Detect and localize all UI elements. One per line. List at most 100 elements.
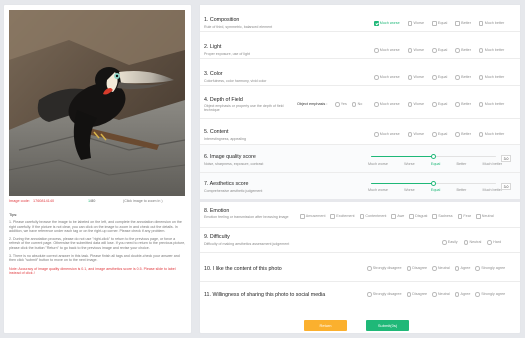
option-neutral[interactable]: Neutral — [463, 240, 481, 245]
option-worse[interactable]: Worse — [407, 21, 424, 26]
option-worse[interactable]: Worse — [407, 102, 424, 107]
checkbox-icon — [407, 21, 413, 26]
option-easily[interactable]: Easily — [442, 240, 458, 245]
checkbox-icon — [478, 21, 484, 26]
option-worse[interactable]: Worse — [407, 75, 424, 80]
radio-icon — [455, 48, 460, 53]
option-neutral[interactable]: Neutral — [432, 292, 450, 297]
radio-icon — [407, 75, 413, 80]
option-strongly-disagree[interactable]: Strongly disagree — [367, 292, 402, 297]
question-title: 2. Light — [204, 44, 222, 50]
option-much-worse[interactable]: Much worse — [374, 21, 400, 26]
option-better[interactable]: Better — [455, 75, 471, 80]
option-agree[interactable]: Agree — [454, 292, 470, 297]
option-fear[interactable]: Fear — [457, 214, 471, 219]
option-equal[interactable]: Equal — [432, 132, 447, 137]
option-contentment[interactable]: Contentment — [359, 214, 386, 219]
question-willingness-share: 11. Willingness of sharing this photo to… — [200, 282, 520, 313]
image-quality-slider[interactable] — [371, 154, 496, 160]
option-equal[interactable]: Equal — [432, 75, 447, 80]
option-amusement[interactable]: Amusement — [300, 214, 325, 219]
question-desc: Difficulty of making aesthetics assessme… — [204, 242, 290, 246]
slider-handle[interactable] — [431, 154, 436, 160]
option-neutral[interactable]: Neutral — [476, 214, 494, 219]
image-panel: Image code: 1760814140 1/80 (Click image… — [3, 4, 192, 334]
radio-icon — [475, 292, 480, 297]
submit-button[interactable]: Submit(0s) — [366, 320, 409, 331]
questions-panel: 1. Composition Rule of third, symmetric,… — [199, 4, 521, 334]
option-better[interactable]: Better — [455, 102, 471, 107]
option-better[interactable]: Better — [455, 21, 471, 26]
radio-icon — [335, 102, 340, 107]
radio-icon — [432, 75, 437, 80]
radio-icon — [407, 48, 413, 53]
aesthetics-value[interactable]: 3.0 — [501, 183, 511, 190]
checkbox-icon — [300, 214, 305, 219]
option-much-worse[interactable]: Much worse — [374, 48, 400, 53]
image-quality-value[interactable]: 3.0 — [501, 155, 511, 162]
question-title: 6. Image quality score — [204, 154, 256, 160]
question-title: 3. Color — [204, 71, 223, 77]
photo[interactable] — [9, 10, 185, 196]
option-hard[interactable]: Hard — [487, 240, 501, 245]
option-much-better[interactable]: Much better — [478, 102, 504, 107]
option-much-better[interactable]: Much better — [478, 48, 504, 53]
question-desc: Object emphasis or property use the dept… — [204, 104, 284, 113]
option-much-worse[interactable]: Much worse — [374, 75, 400, 80]
option-neutral[interactable]: Neutral — [432, 266, 450, 271]
question-desc: Comprehensive aesthetic judgement — [204, 189, 263, 193]
option-yes[interactable]: Yes — [335, 102, 347, 107]
color-options: Much worse Worse Equal Better Much bette… — [374, 75, 504, 80]
radio-icon — [455, 75, 460, 80]
option-awe[interactable]: Awe — [391, 214, 404, 219]
toucan-photo — [9, 10, 185, 196]
option-much-worse[interactable]: Much worse — [374, 132, 400, 137]
option-equal[interactable]: Equal — [432, 21, 447, 26]
option-equal[interactable]: Equal — [432, 102, 447, 107]
option-strongly-agree[interactable]: Strongly agree — [475, 266, 505, 271]
option-worse[interactable]: Worse — [407, 48, 424, 53]
tip-3: 3. There is no absolute correct answer i… — [9, 253, 180, 263]
option-much-better[interactable]: Much better — [478, 75, 504, 80]
option-strongly-disagree[interactable]: Strongly disagree — [367, 266, 402, 271]
option-better[interactable]: Better — [455, 132, 471, 137]
option-agree[interactable]: Agree — [454, 266, 470, 271]
option-disagree[interactable]: Disagree — [406, 292, 427, 297]
tips-section: Tips: 1. Please carefully browse the ima… — [9, 212, 187, 279]
option-equal[interactable]: Equal — [432, 48, 447, 53]
option-sadness[interactable]: Sadness — [432, 214, 453, 219]
depth-options: Much worse Worse Equal Better Much bette… — [374, 102, 504, 107]
option-worse[interactable]: Worse — [407, 132, 424, 137]
radio-icon — [374, 48, 379, 53]
aesthetics-slider[interactable] — [371, 181, 496, 187]
question-title: 10. I like the content of this photo — [204, 266, 282, 272]
option-disagree[interactable]: Disagree — [406, 266, 427, 271]
radio-icon — [367, 266, 372, 271]
return-button[interactable]: Return — [304, 320, 347, 331]
question-title: 7. Aesthetics score — [204, 181, 249, 187]
question-content: 5. Content Interestingness, appealing Mu… — [200, 119, 520, 145]
radio-icon — [351, 102, 357, 107]
option-no[interactable]: No — [351, 102, 362, 107]
radio-icon — [454, 266, 460, 271]
radio-icon — [374, 102, 379, 107]
composition-options: Much worse Worse Equal Better Much bette… — [374, 21, 504, 26]
question-image-quality: 6. Image quality score Noise, sharpness,… — [200, 145, 520, 173]
option-much-better[interactable]: Much better — [478, 132, 504, 137]
tip-2: 2. During the annotation process, please… — [9, 236, 186, 251]
option-better[interactable]: Better — [455, 48, 471, 53]
option-much-better[interactable]: Much better — [478, 21, 504, 26]
tips-title: Tips: — [9, 212, 18, 217]
option-much-worse[interactable]: Much worse — [374, 102, 400, 107]
image-code: Image code: 1760814140 — [9, 199, 55, 203]
slider-handle[interactable] — [431, 181, 436, 187]
option-excitement[interactable]: Excitement — [330, 214, 355, 219]
zoom-hint: (Click image to zoom in ) — [123, 199, 163, 203]
question-aesthetics: 7. Aesthetics score Comprehensive aesthe… — [200, 173, 520, 202]
page-counter: 1/80 — [88, 199, 96, 203]
option-strongly-agree[interactable]: Strongly agree — [475, 292, 505, 297]
radio-icon — [487, 240, 492, 245]
radio-icon — [478, 102, 484, 107]
option-disgust[interactable]: Disgust — [409, 214, 427, 219]
question-like-content: 10. I like the content of this photo Str… — [200, 253, 520, 282]
